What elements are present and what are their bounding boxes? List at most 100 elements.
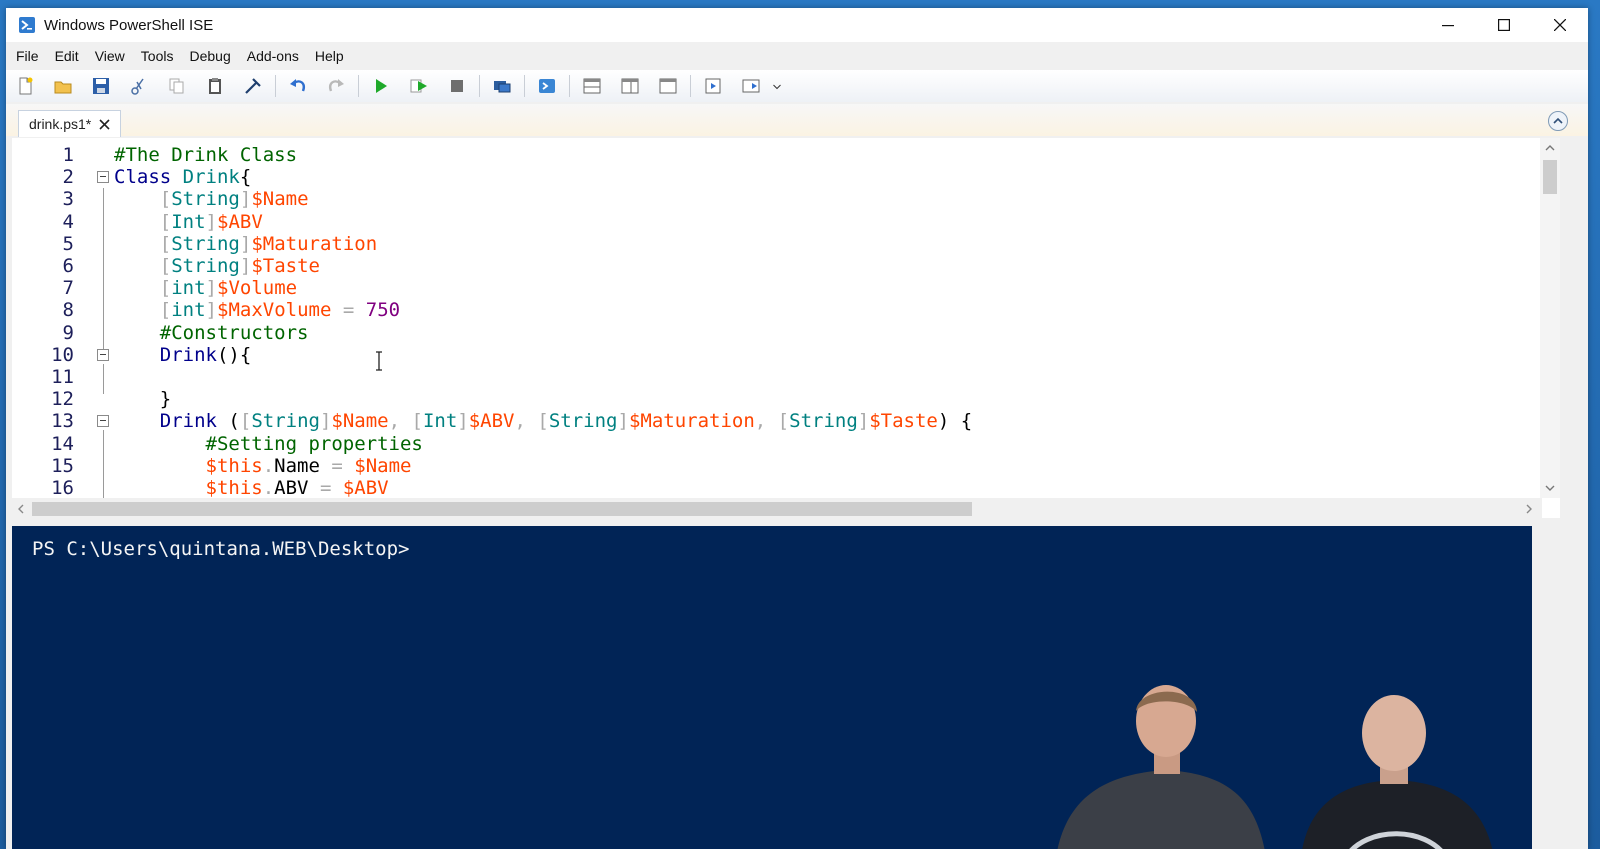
scrollbar-thumb[interactable]: [1543, 160, 1557, 194]
menu-file[interactable]: File: [6, 48, 47, 64]
line-number: 15: [51, 454, 74, 477]
clear-console-icon: [245, 78, 261, 94]
line-number: 11: [51, 366, 74, 388]
remote-powershell-icon: [494, 81, 511, 93]
paste-button[interactable]: [196, 71, 234, 101]
code-text: [String]$Taste: [114, 255, 320, 277]
collapse-script-pane-button[interactable]: [1548, 111, 1568, 131]
code-token: #Setting properties: [205, 432, 423, 455]
close-icon: [1554, 19, 1566, 31]
menu-view[interactable]: View: [87, 48, 133, 64]
toolbar: [6, 70, 1588, 102]
toolbar-separator: [358, 75, 359, 97]
redo-button[interactable]: [317, 71, 355, 101]
scroll-up-icon[interactable]: [1540, 140, 1560, 156]
code-token: ,: [388, 410, 412, 433]
start-powershell-button[interactable]: [528, 71, 566, 101]
menu-tools[interactable]: Tools: [133, 48, 182, 64]
menu-help[interactable]: Help: [307, 48, 352, 64]
run-selection-button[interactable]: [400, 71, 438, 101]
line-number: 10: [51, 343, 74, 366]
scrollbar-thumb[interactable]: [32, 502, 972, 516]
code-token: $ABV: [468, 410, 515, 433]
code-token: [: [159, 232, 172, 255]
menu-add-ons[interactable]: Add-ons: [239, 48, 307, 64]
line-number: 12: [51, 388, 74, 411]
new-script-button[interactable]: [6, 71, 44, 101]
code-token: $Taste: [869, 410, 938, 433]
show-command-addon-button[interactable]: [732, 71, 770, 101]
maximize-button[interactable]: [1476, 8, 1532, 42]
scroll-down-icon[interactable]: [1540, 480, 1560, 496]
minimize-button[interactable]: [1420, 8, 1476, 42]
code-token: ]: [205, 210, 217, 233]
code-token: =: [331, 454, 343, 477]
code-token: Drink: [159, 343, 217, 366]
show-command-window-button[interactable]: [694, 71, 732, 101]
line-number: 7: [62, 277, 74, 300]
toolbar-overflow-button[interactable]: [770, 71, 784, 101]
code-text: $this.Name = $Name: [114, 455, 412, 477]
tab-drink-ps1[interactable]: drink.ps1*: [18, 110, 122, 137]
close-button[interactable]: [1532, 8, 1588, 42]
code-token: [: [159, 210, 172, 233]
save-icon: [93, 78, 109, 94]
run-script-button[interactable]: [362, 71, 400, 101]
editor-vertical-scrollbar[interactable]: [1540, 138, 1560, 498]
script-tab-strip: drink.ps1*: [6, 104, 1588, 137]
code-text: [String]$Maturation: [114, 233, 377, 255]
close-tab-icon[interactable]: [99, 118, 110, 130]
collapse-block-icon[interactable]: [97, 348, 109, 361]
code-token: String: [171, 255, 240, 277]
code-token: 750: [365, 299, 401, 322]
toolbar-separator: [275, 75, 276, 97]
code-text: [String]$Name: [114, 188, 309, 210]
script-editor[interactable]: 1 #The Drink Class 2 Class Drink{3 [String]…: [12, 138, 1560, 518]
undo-button[interactable]: [279, 71, 317, 101]
editor-horizontal-scrollbar[interactable]: [12, 498, 1542, 520]
window-title: Windows PowerShell ISE: [44, 16, 214, 34]
copy-button[interactable]: [158, 71, 196, 101]
toolbar-separator: [690, 75, 691, 97]
remote-powershell-button[interactable]: [483, 71, 521, 101]
scroll-left-icon[interactable]: [14, 498, 28, 520]
show-script-maximized-button[interactable]: [649, 71, 687, 101]
menu-edit[interactable]: Edit: [47, 48, 87, 64]
code-text: $this.ABV = $ABV: [114, 477, 389, 499]
open-button[interactable]: [44, 71, 82, 101]
presenter-video-overlay: [1057, 685, 1493, 849]
stop-icon: [451, 80, 463, 92]
code-token: =: [319, 477, 332, 499]
fold-guide: [103, 188, 104, 358]
fold-guide: [103, 364, 104, 394]
show-script-top-button[interactable]: [573, 71, 611, 101]
code-token: [: [159, 188, 172, 211]
stop-button[interactable]: [438, 71, 476, 101]
window-controls: [1420, 8, 1588, 42]
code-token: String: [251, 410, 320, 433]
cut-button[interactable]: [120, 71, 158, 101]
save-button[interactable]: [82, 71, 120, 101]
code-token: ]: [617, 410, 629, 433]
menu-debug[interactable]: Debug: [181, 48, 238, 64]
undo-icon: [290, 79, 305, 92]
code-token: $MaxVolume: [217, 299, 332, 322]
open-folder-icon: [54, 81, 72, 94]
collapse-block-icon[interactable]: [97, 171, 109, 184]
collapse-block-icon[interactable]: [97, 415, 109, 428]
code-token: ,: [754, 410, 778, 433]
scroll-right-icon[interactable]: [1522, 498, 1536, 520]
show-script-right-button[interactable]: [611, 71, 649, 101]
code-token: [: [537, 410, 549, 433]
code-text: [int]$MaxVolume = 750: [114, 299, 400, 321]
code-token: $Maturation: [251, 232, 378, 255]
run-selection-icon: [410, 79, 427, 93]
clear-console-button[interactable]: [234, 71, 272, 101]
